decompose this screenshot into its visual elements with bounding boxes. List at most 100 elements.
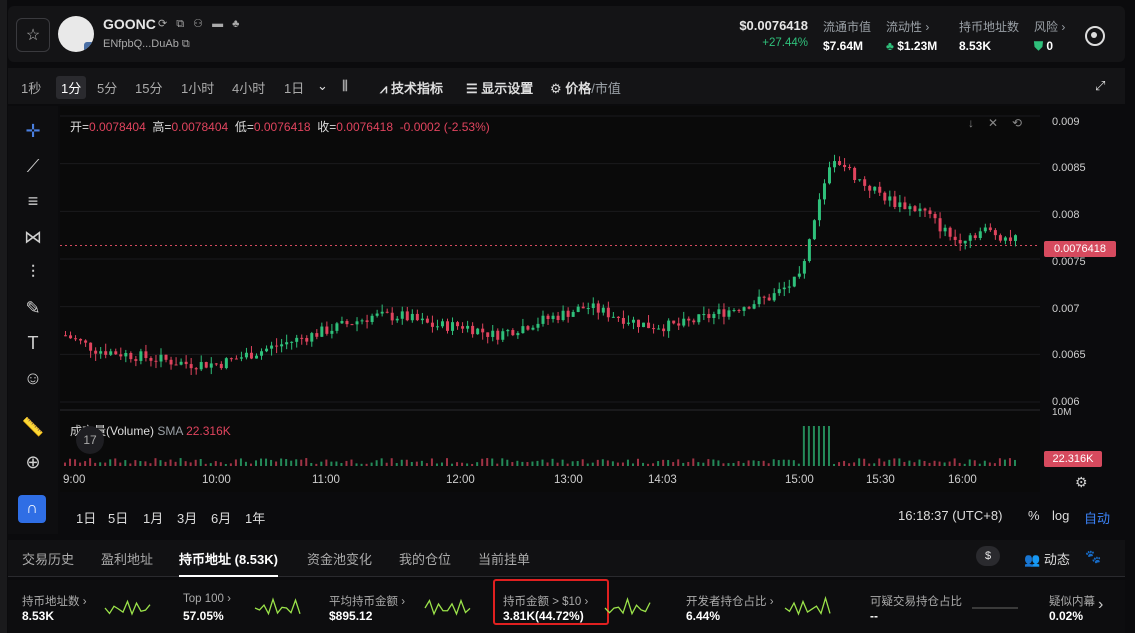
ruler-icon[interactable]: 📏 [20, 414, 46, 440]
crosshair-icon[interactable]: ✛ [20, 118, 46, 144]
tf-1h[interactable]: 1小时 [181, 78, 214, 97]
brush-icon[interactable]: ✎ [20, 295, 46, 321]
volume-bar [928, 462, 931, 466]
candle [74, 338, 78, 340]
activity-button[interactable]: 👥 动态 [1024, 549, 1070, 568]
candle [385, 311, 389, 313]
candle [717, 309, 721, 314]
chevron-down-icon[interactable]: ⌄ [317, 78, 328, 94]
candle [953, 236, 957, 240]
settings-gear-icon[interactable] [1085, 26, 1105, 46]
favorite-star-icon[interactable]: ☆ [16, 18, 50, 52]
volume-bar [340, 463, 343, 466]
text-tool-icon[interactable]: T [20, 330, 46, 356]
stat-risk[interactable]: 风险 › ⛊ 0 [1034, 18, 1065, 54]
tf-1m[interactable]: 1分 [56, 76, 87, 99]
volume-bar [169, 459, 172, 466]
candle [440, 321, 444, 327]
display-settings-button[interactable]: ☰ 显示设置 [466, 78, 533, 97]
clock[interactable]: 16:18:37 (UTC+8) [898, 508, 1002, 523]
tab-open-orders[interactable]: 当前挂单 [478, 549, 530, 568]
range-1m[interactable]: 1月 [143, 508, 163, 527]
candle [863, 179, 867, 186]
tf-4h[interactable]: 4小时 [232, 78, 265, 97]
zoom-in-icon[interactable]: ⊕ [20, 449, 46, 475]
currency-toggle[interactable]: $ [976, 546, 1000, 566]
volume-bar [430, 458, 433, 466]
volume-bar [737, 461, 740, 466]
indicators-button[interactable]: ⩘ 技术指标 [380, 78, 443, 97]
tf-5m[interactable]: 5分 [97, 78, 117, 97]
stat-liquidity[interactable]: 流动性 › ♣ $1.23M [886, 18, 937, 53]
fullscreen-icon[interactable]: ⤢ [1095, 78, 1105, 94]
candle [998, 235, 1002, 241]
auto-toggle[interactable]: 自动 [1084, 508, 1110, 527]
candle [179, 361, 183, 365]
volume-bar [390, 458, 393, 466]
range-5d[interactable]: 5日 [108, 508, 128, 527]
volume-bar [194, 459, 197, 466]
tf-15m[interactable]: 15分 [135, 78, 162, 97]
range-1y[interactable]: 1年 [245, 508, 265, 527]
tf-1s[interactable]: 1秒 [21, 78, 41, 97]
candle [893, 196, 897, 208]
trendline-icon[interactable]: ⟋ [20, 153, 46, 179]
pattern-icon[interactable]: ⋈ [20, 224, 46, 250]
volume-bar [285, 459, 288, 466]
volume-bar [561, 459, 564, 466]
log-toggle[interactable]: log [1052, 508, 1069, 523]
magnet-icon[interactable]: ∩ [18, 495, 46, 523]
volume-bar [968, 459, 971, 466]
tab-trades[interactable]: 交易历史 [22, 549, 74, 568]
range-1d[interactable]: 1日 [76, 508, 96, 527]
y-tick: 0.008 [1052, 209, 1080, 221]
range-6m[interactable]: 6月 [211, 508, 231, 527]
chart-corner-controls[interactable]: ↓✕⟲ [968, 116, 1036, 130]
list-icon: ☰ [466, 81, 478, 96]
emoji-icon[interactable]: ☺ [20, 365, 46, 391]
candle [722, 309, 726, 317]
candle [888, 196, 892, 201]
horizontal-lines-icon[interactable]: ≡ [20, 188, 46, 214]
candle [667, 320, 671, 332]
copy-icon[interactable]: ⧉ [182, 38, 190, 50]
volume-bar [807, 426, 810, 466]
volume-bar [234, 459, 237, 466]
tab-holders[interactable]: 持币地址 (8.53K) [179, 549, 278, 577]
volume-bar [782, 459, 785, 466]
candle [988, 227, 992, 231]
tf-1d[interactable]: 1日 [284, 78, 304, 97]
candle [451, 322, 455, 331]
volume-bar [546, 462, 549, 466]
candle [853, 167, 857, 180]
volume-bar [586, 463, 589, 466]
token-action-icons[interactable]: ⟳ ⧉ ⚇ ▬ ♣ [158, 17, 242, 31]
token-address[interactable]: ENfpbQ...DuAb ⧉ [103, 38, 190, 51]
volume-bar [883, 461, 886, 466]
candle [456, 322, 460, 327]
volume-bar [295, 459, 298, 466]
sparkline [424, 598, 471, 616]
volume-bar [300, 459, 303, 466]
tab-pool-changes[interactable]: 资金池变化 [307, 549, 372, 568]
candle [491, 330, 495, 337]
price-mcap-toggle[interactable]: ⚙ 价格/市值 [550, 78, 621, 97]
candle [275, 345, 279, 347]
axis-settings-icon[interactable]: ⚙ [1075, 474, 1088, 491]
tab-my-positions[interactable]: 我的仓位 [399, 549, 451, 568]
fib-icon[interactable]: ⫶ [20, 259, 46, 285]
volume-bar [531, 461, 534, 466]
candle [139, 351, 143, 361]
tab-profit-addresses[interactable]: 盈利地址 [101, 549, 153, 568]
paw-icon[interactable]: 🐾 [1085, 549, 1101, 565]
volume-bar [395, 463, 398, 466]
candle-type-icon[interactable]: ⫼ [342, 78, 348, 94]
candle [843, 164, 847, 168]
range-3m[interactable]: 3月 [177, 508, 197, 527]
y-tick: 0.0085 [1052, 162, 1086, 174]
volume-bar [611, 461, 614, 466]
y-tick: 0.009 [1052, 116, 1080, 128]
volume-bar [435, 463, 438, 466]
volume-bar [943, 462, 946, 466]
percent-toggle[interactable]: % [1028, 508, 1040, 523]
